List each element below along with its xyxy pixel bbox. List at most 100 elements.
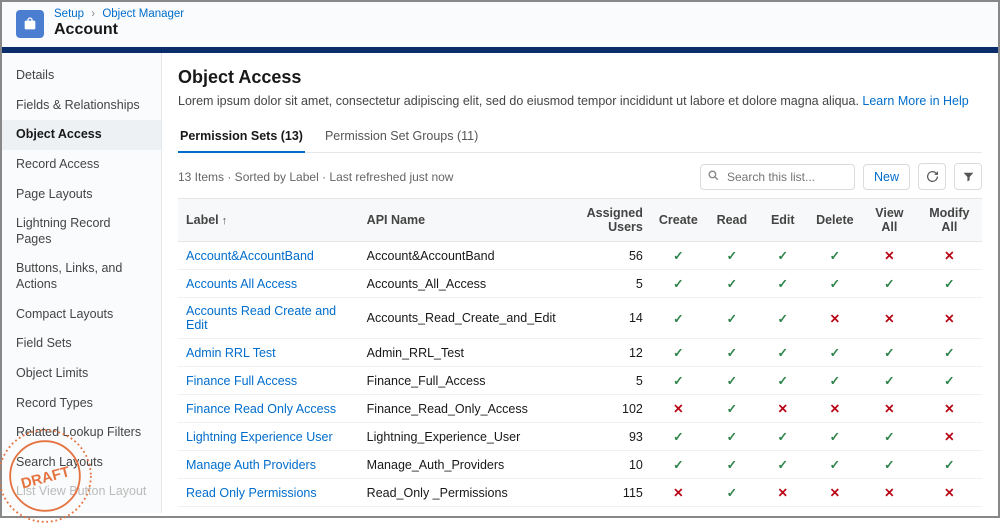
setup-icon [16,10,44,38]
cross-icon: ✕ [944,430,954,444]
table-row: Finance Full Access Finance_Full_Access5 ✓… [178,367,982,395]
filter-button[interactable] [954,163,982,190]
perm-label-link[interactable]: Accounts All Access [186,277,297,291]
page-desc: Lorem ipsum dolor sit amet, consectetur … [178,94,982,108]
crumb-object-manager[interactable]: Object Manager [102,8,184,20]
api-name: Finance_Full_Access [359,367,564,395]
check-icon: ✓ [830,430,840,444]
perm-label-link[interactable]: Read Only Permissions [186,486,317,500]
check-icon: ✓ [944,346,954,360]
tab-permission-set-groups-[interactable]: Permission Set Groups (11) [323,121,480,153]
api-name: Read_Only _Permissions [359,479,564,507]
col-delete[interactable]: Delete [808,199,862,242]
cross-icon: ✕ [944,486,954,500]
assigned-users: 10 [564,451,651,479]
perm-label-link[interactable]: Manage Auth Providers [186,458,316,472]
check-icon: ✓ [673,430,683,444]
api-name: Account&AccountBand [359,242,564,270]
check-icon: ✓ [727,277,737,291]
sidebar-item-lightning-record-pages[interactable]: Lightning Record Pages [2,209,161,254]
check-icon: ✓ [884,346,894,360]
table-row: Manage Auth Providers Manage_Auth_Provide… [178,451,982,479]
assigned-users: 102 [564,395,651,423]
cross-icon: ✕ [884,312,894,326]
sidebar-item-record-access[interactable]: Record Access [2,150,161,180]
col-modify-all[interactable]: Modify All [917,199,982,242]
check-icon: ✓ [727,458,737,472]
api-name: Accounts_Read_Create_and_Edit [359,298,564,339]
cross-icon: ✕ [884,486,894,500]
check-icon: ✓ [830,277,840,291]
sidebar-item-related-lookup-filters[interactable]: Related Lookup Filters [2,418,161,448]
table-row: Finance Read Only Access Finance_Read_Onl… [178,395,982,423]
check-icon: ✓ [944,458,954,472]
check-icon: ✓ [673,249,683,263]
table-row: Read Only Permissions Read_Only _Permissi… [178,479,982,507]
table-row: Accounts All AccessAccounts_All_Access5✓… [178,270,982,298]
crumb-setup[interactable]: Setup [54,8,84,20]
api-name: Manage_Auth_Providers [359,451,564,479]
check-icon: ✓ [727,249,737,263]
sidebar-item-buttons-links-and-actions[interactable]: Buttons, Links, and Actions [2,254,161,299]
perm-label-link[interactable]: Accounts Read Create and Edit [186,304,336,332]
sidebar-item-details[interactable]: Details [2,61,161,91]
check-icon: ✓ [778,312,788,326]
header: Setup › Object Manager Account [2,2,998,47]
assigned-users: 93 [564,423,651,451]
new-button[interactable]: New [863,164,910,190]
toolbar-status: 13 Items · Sorted by Label · Last refres… [178,170,692,184]
sidebar-item-search-layouts[interactable]: Search Layouts [2,448,161,478]
main-content: Object Access Lorem ipsum dolor sit amet… [162,53,998,513]
perm-label-link[interactable]: Finance Full Access [186,374,297,388]
col-assigned-users[interactable]: Assigned Users [564,199,651,242]
sidebar-item-compact-layouts[interactable]: Compact Layouts [2,300,161,330]
check-icon: ✓ [830,374,840,388]
perm-label-link[interactable]: Finance Read Only Access [186,402,336,416]
perm-label-link[interactable]: Admin RRL Test [186,346,276,360]
col-view-all[interactable]: View All [862,199,917,242]
assigned-users: 56 [564,242,651,270]
sidebar-item-list-view-button-layout[interactable]: List View Button Layout [2,477,161,507]
assigned-users: 5 [564,367,651,395]
sidebar-item-fields-relationships[interactable]: Fields & Relationships [2,91,161,121]
check-icon: ✓ [830,249,840,263]
search-input[interactable] [700,164,855,190]
cross-icon: ✕ [884,402,894,416]
check-icon: ✓ [778,430,788,444]
sidebar-item-object-access[interactable]: Object Access [2,120,161,150]
tab-permission-sets-[interactable]: Permission Sets (13) [178,121,305,153]
check-icon: ✓ [944,374,954,388]
check-icon: ✓ [884,374,894,388]
help-link[interactable]: Learn More in Help [862,94,968,108]
sort-arrow-icon: ↑ [222,215,228,227]
cross-icon: ✕ [944,312,954,326]
col-api-name[interactable]: API Name [359,199,564,242]
sidebar-item-record-types[interactable]: Record Types [2,389,161,419]
cross-icon: ✕ [944,402,954,416]
sidebar-item-field-sets[interactable]: Field Sets [2,329,161,359]
check-icon: ✓ [884,277,894,291]
api-name: Finance_Read_Only_Access [359,395,564,423]
table-row: Sales Rep for DemoSales_Rep_for_Demo36✓✓… [178,507,982,514]
table-row: Accounts Read Create and Edit Accounts_Re… [178,298,982,339]
check-icon: ✓ [673,458,683,472]
sidebar: DetailsFields & RelationshipsObject Acce… [2,53,162,513]
search-icon [707,169,720,185]
cross-icon: ✕ [830,486,840,500]
permission-table: Label↑API NameAssigned UsersCreateReadEd… [178,198,982,513]
check-icon: ✓ [778,249,788,263]
tabs: Permission Sets (13) Permission Set Group… [178,120,982,153]
perm-label-link[interactable]: Account&AccountBand [186,249,314,263]
sidebar-item-page-layouts[interactable]: Page Layouts [2,180,161,210]
check-icon: ✓ [673,374,683,388]
col-read[interactable]: Read [706,199,758,242]
check-icon: ✓ [673,346,683,360]
col-create[interactable]: Create [651,199,706,242]
table-row: Lightning Experience UserLightning_Exper… [178,423,982,451]
col-edit[interactable]: Edit [758,199,808,242]
perm-label-link[interactable]: Lightning Experience User [186,430,333,444]
sidebar-item-object-limits[interactable]: Object Limits [2,359,161,389]
col-label[interactable]: Label↑ [178,199,359,242]
refresh-button[interactable] [918,163,946,190]
assigned-users: 14 [564,298,651,339]
